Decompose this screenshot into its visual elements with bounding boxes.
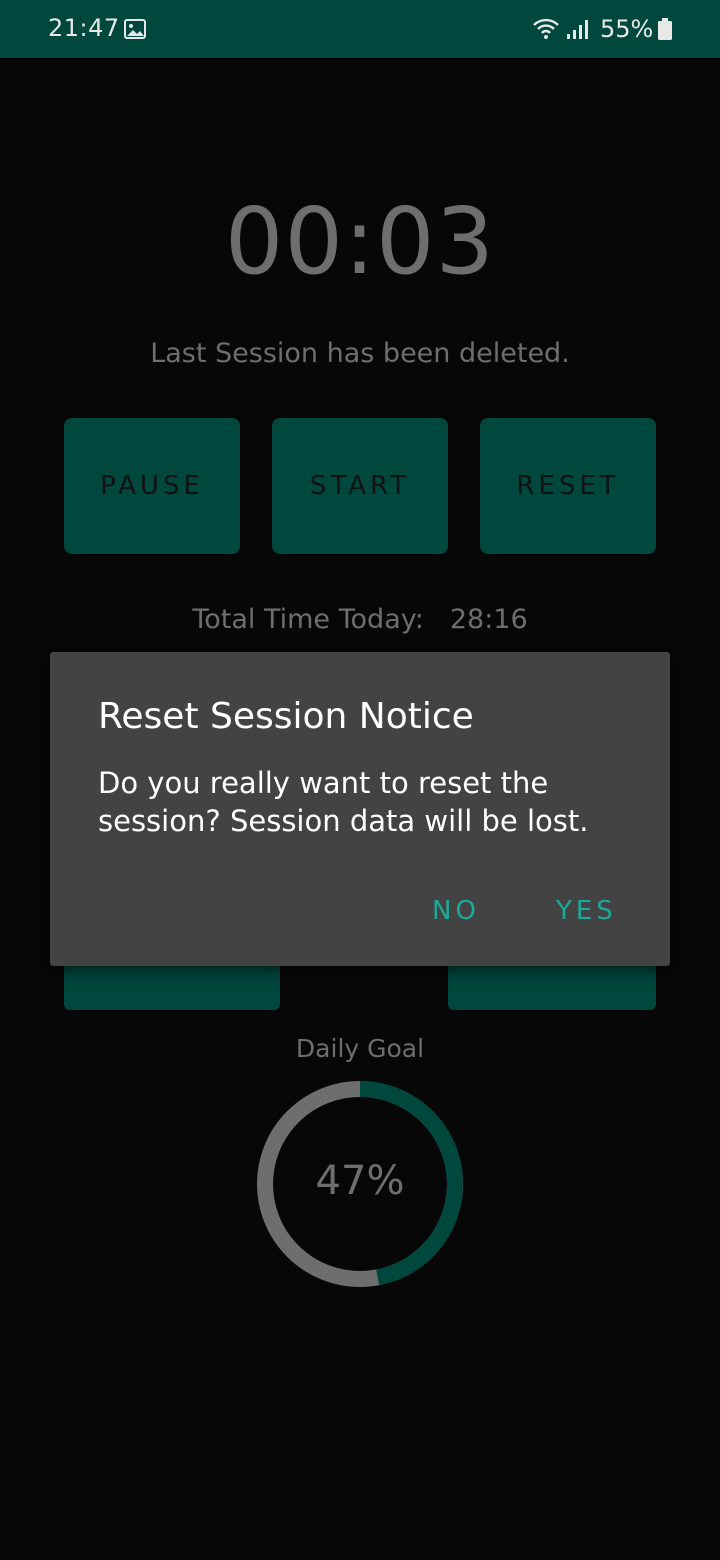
session-message: Last Session has been deleted. [150, 338, 570, 369]
total-time-value: 28:16 [449, 604, 528, 635]
dialog-title: Reset Session Notice [98, 696, 474, 737]
timer-display: 00:03 [224, 188, 496, 295]
wifi-icon [533, 18, 559, 39]
reset-session-dialog: Reset Session Notice Do you really want … [50, 652, 670, 966]
status-time: 21:47 [48, 14, 120, 42]
gallery-icon [124, 19, 146, 39]
pause-button[interactable]: PAUSE [64, 418, 240, 554]
battery-percent: 55% [600, 15, 654, 43]
dialog-yes-button[interactable]: YES [556, 896, 617, 926]
daily-goal-label: Daily Goal [295, 1034, 425, 1063]
dialog-message: Do you really want to reset the session?… [98, 766, 589, 838]
total-time-label: Total Time Today: [192, 604, 424, 635]
status-bar: 21:47 55% [0, 0, 720, 58]
battery-icon [658, 18, 672, 40]
daily-goal-percent: 47% [315, 1158, 405, 1204]
total-time-row: Total Time Today: 28:16 [0, 604, 720, 635]
reset-button[interactable]: RESET [480, 418, 656, 554]
signal-icon [567, 20, 588, 39]
start-button[interactable]: START [272, 418, 448, 554]
dialog-no-button[interactable]: NO [432, 896, 480, 926]
